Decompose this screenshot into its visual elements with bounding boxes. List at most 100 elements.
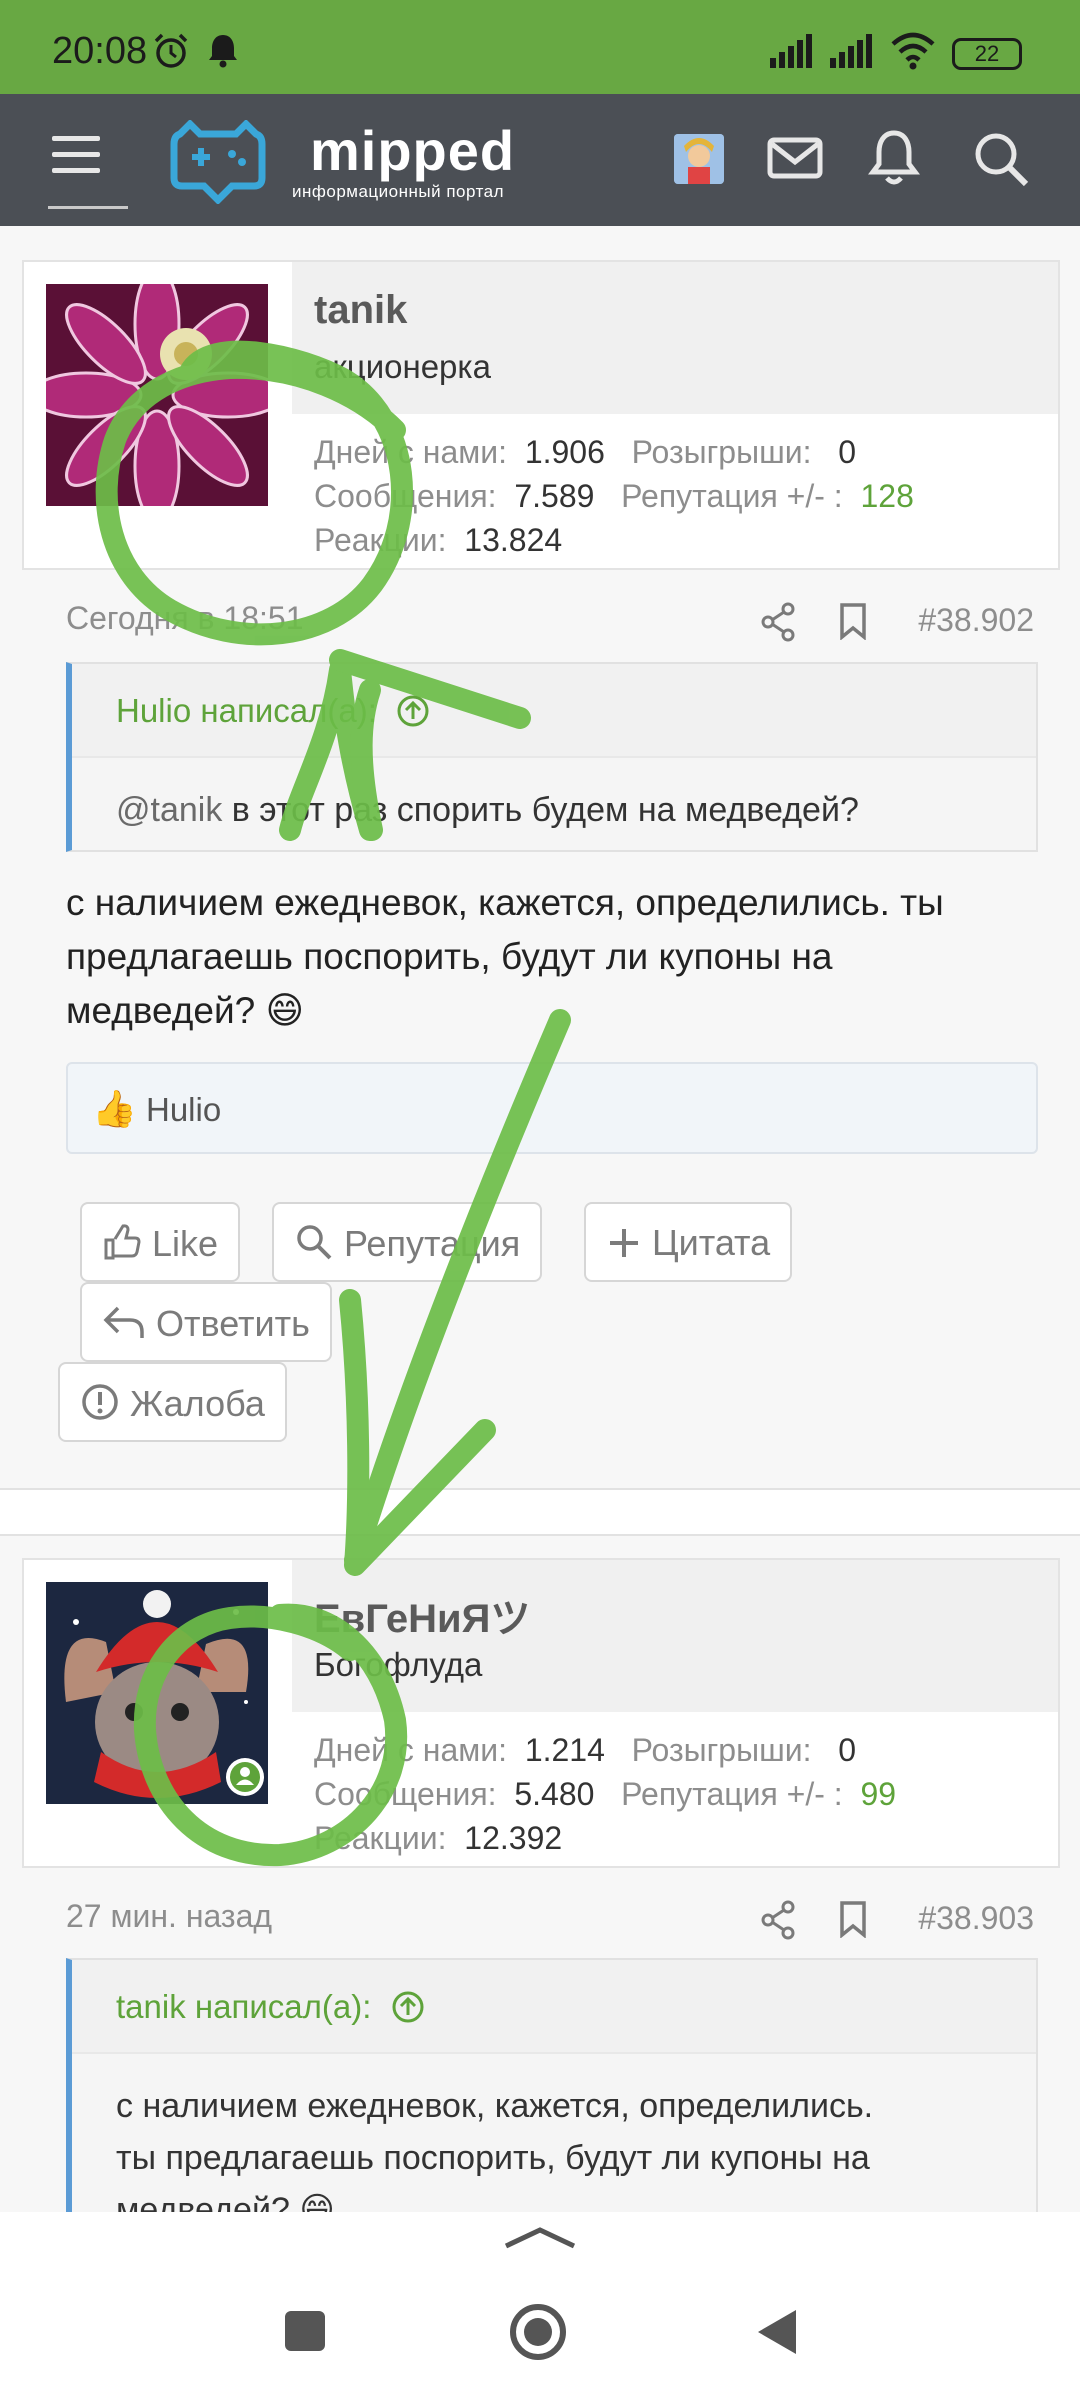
user-name-box: ЕвГеНиЯツ Богофлуда (292, 1560, 1058, 1712)
quote-header[interactable]: tanik написал(а): (72, 1960, 1036, 2054)
liked-by-user[interactable]: Hulio (146, 1091, 221, 1128)
signal-icon (830, 34, 872, 68)
stat-days: 1.906 (524, 434, 605, 470)
logo-word: mipped (310, 119, 516, 182)
battery-icon: 22 (952, 38, 1022, 70)
username[interactable]: ЕвГеНиЯツ (314, 1586, 530, 1644)
stat-label: Реакции: (314, 1820, 447, 1856)
share-icon[interactable] (760, 1900, 796, 1940)
system-nav-bar (0, 2212, 1080, 2400)
mail-icon[interactable] (766, 134, 824, 182)
menu-icon[interactable] (52, 136, 100, 180)
stat-label: Дней с нами: (314, 1732, 508, 1768)
stat-label: Реакции: (314, 522, 447, 558)
quote-text: в этот раз спорить будем на медведей? (222, 791, 859, 829)
reply-button[interactable]: Ответить (80, 1282, 332, 1362)
user-avatar[interactable] (46, 284, 268, 506)
stat-label: Розыгрыши: (631, 434, 812, 470)
user-info-block: ЕвГеНиЯツ Богофлуда Дней с нами: 1.214 Ро… (22, 1558, 1060, 1868)
search-icon (297, 1225, 332, 1260)
stat-label: Репутация +/- : (621, 478, 843, 514)
message-line: предлагаешь поспорить, будут ли купоны н… (66, 936, 833, 977)
stat-messages: 5.480 (514, 1776, 595, 1812)
status-bar: 20:08 22 (0, 0, 1080, 94)
bell-icon[interactable] (868, 128, 920, 186)
bookmark-icon[interactable] (838, 602, 868, 640)
arrow-up-circle-icon[interactable] (391, 1990, 425, 2024)
post-message: с наличием ежедневок, кажется, определил… (66, 876, 1046, 1038)
flower-avatar-image (46, 284, 268, 506)
quote-author[interactable]: tanik написал(а): (116, 1988, 371, 2025)
user-avatar[interactable] (674, 134, 724, 184)
quote-body: @tanik в этот раз спорить будем на медве… (72, 758, 1036, 836)
stat-giveaways: 0 (838, 1732, 856, 1768)
stat-label: Дней с нами: (314, 434, 508, 470)
post-number[interactable]: #38.902 (918, 602, 1034, 639)
stat-messages: 7.589 (514, 478, 595, 514)
user-name-box: tanik акционерка (292, 262, 1058, 414)
wifi-icon (891, 32, 935, 70)
user-mention[interactable]: @tanik (116, 791, 222, 829)
back-icon[interactable] (752, 2306, 800, 2358)
site-logo[interactable]: mipped информационный портал (170, 114, 570, 214)
notification-bell-icon (209, 35, 237, 68)
warning-circle-icon (82, 1384, 118, 1420)
stat-reputation: 99 (860, 1776, 897, 1812)
quote-author[interactable]: Hulio написал(а): (116, 692, 377, 729)
user-stats: Дней с нами: 1.906 Розыгрыши: 0 Сообщени… (314, 430, 914, 562)
alarm-icon (154, 33, 188, 68)
gamepad-logo-icon (170, 120, 266, 204)
report-button[interactable]: Жалоба (58, 1362, 287, 1442)
post-number[interactable]: #38.903 (918, 1900, 1034, 1937)
user-title: Богофлуда (314, 1646, 483, 1683)
quote-line: медведей? 😄 (116, 2191, 335, 2212)
stat-label: Репутация +/- : (621, 1776, 843, 1812)
app-header: mipped информационный портал (0, 94, 1080, 226)
quote-label: Цитата (652, 1222, 771, 1263)
reactions-bar[interactable]: 👍 Hulio (66, 1062, 1038, 1154)
like-button[interactable]: Like (80, 1202, 241, 1282)
post-time[interactable]: 27 мин. назад (66, 1898, 272, 1935)
stat-days: 1.214 (524, 1732, 605, 1768)
quote-body: с наличием ежедневок, кажется, определил… (72, 2054, 1036, 2212)
thread-content: tanik акционерка Дней с нами: 1.906 Розы… (0, 226, 1080, 2212)
post-time[interactable]: Сегодня в 18:51 (66, 600, 304, 637)
stat-reputation: 128 (860, 478, 914, 514)
stat-label: Сообщения: (314, 478, 497, 514)
username[interactable]: tanik (314, 288, 407, 333)
plus-icon (610, 1229, 638, 1257)
user-info-block: tanik акционерка Дней с нами: 1.906 Розы… (22, 260, 1060, 570)
message-line: с наличием ежедневок, кажется, определил… (66, 882, 944, 923)
search-icon[interactable] (972, 130, 1030, 188)
reply-icon (103, 1306, 144, 1338)
reputation-button[interactable]: Репутация (272, 1202, 543, 1282)
quote-button[interactable]: Цитата (584, 1202, 793, 1282)
home-icon[interactable] (508, 2302, 568, 2362)
recents-icon[interactable] (282, 2308, 328, 2354)
stat-reactions: 12.392 (464, 1820, 563, 1856)
status-time: 20:08 (52, 30, 148, 72)
user-stats: Дней с нами: 1.214 Розыгрыши: 0 Сообщени… (314, 1728, 896, 1860)
quote-header[interactable]: Hulio написал(а): (72, 664, 1036, 758)
signal-icon (770, 34, 812, 68)
arrow-up-circle-icon[interactable] (396, 694, 430, 728)
thumbs-up-icon: 👍 (92, 1088, 137, 1129)
quote-line: ты предлагаешь поспорить, будут ли купон… (116, 2139, 870, 2177)
chevron-up-icon[interactable] (500, 2222, 580, 2252)
quote-block: tanik написал(а): с наличием ежедневок, … (66, 1958, 1038, 2212)
stat-reactions: 13.824 (464, 522, 563, 558)
thumbs-up-icon (104, 1224, 141, 1260)
bookmark-icon[interactable] (838, 1900, 868, 1938)
menu-underline (48, 206, 128, 209)
stat-label: Розыгрыши: (631, 1732, 812, 1768)
logo-subtitle: информационный портал (292, 182, 505, 201)
quote-block: Hulio написал(а): @tanik в этот раз спор… (66, 662, 1038, 852)
online-status-icon (226, 1758, 264, 1796)
user-title: акционерка (314, 348, 491, 385)
like-label: Like (152, 1223, 219, 1264)
quote-line: с наличием ежедневок, кажется, определил… (116, 2087, 874, 2125)
post: tanik акционерка Дней с нами: 1.906 Розы… (0, 226, 1080, 1486)
stat-giveaways: 0 (838, 434, 856, 470)
share-icon[interactable] (760, 602, 796, 642)
message-line: медведей? 😄 (66, 990, 305, 1031)
